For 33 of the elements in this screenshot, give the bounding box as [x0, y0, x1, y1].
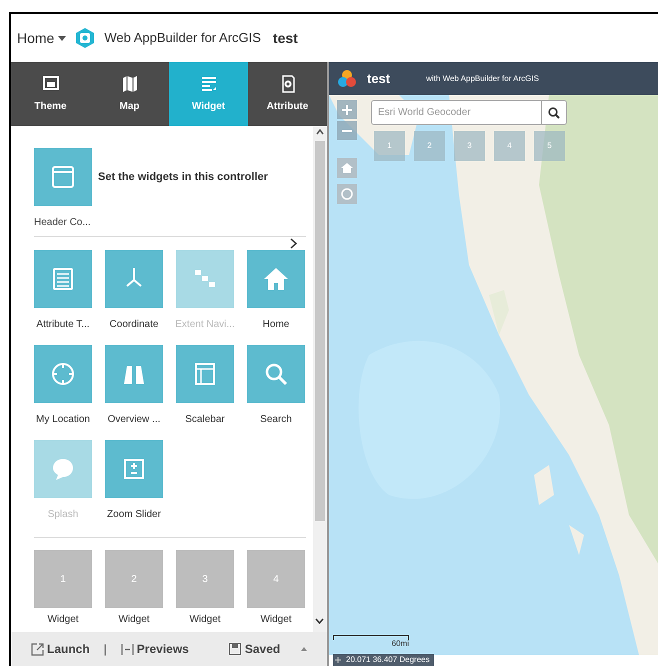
- widget-slot: 2: [414, 131, 445, 161]
- tile-label: Extent Navi...: [175, 318, 235, 332]
- tile-label: Widget: [47, 613, 79, 627]
- tile-label: Attribute T...: [36, 318, 90, 332]
- app-name: test: [272, 28, 298, 48]
- tile-label: Widget: [260, 613, 292, 627]
- previews-button[interactable]: Previews: [120, 640, 189, 658]
- separator: |: [104, 641, 107, 658]
- home-menu[interactable]: Home: [17, 28, 66, 48]
- tile-label: Scalebar: [185, 413, 225, 427]
- tile-label: Overview ...: [108, 413, 160, 427]
- tile-label: Zoom Slider: [107, 508, 161, 522]
- map-title: test: [367, 70, 390, 88]
- tile-label: Home: [262, 318, 290, 332]
- widget-slot: 5: [534, 131, 565, 161]
- controller-hint: Set the widgets in this controller: [98, 170, 268, 185]
- widget-slot: 1: [374, 131, 405, 161]
- widget-slot: 3: [454, 131, 485, 161]
- tile-label: Search: [260, 413, 292, 427]
- tile-label: Header Co...: [34, 216, 92, 230]
- saved-button[interactable]: Saved: [228, 640, 280, 658]
- widget-slot: 4: [494, 131, 525, 161]
- launch-button[interactable]: Launch: [31, 640, 90, 658]
- tile-label: Coordinate: [110, 318, 158, 332]
- tile-label: My Location: [36, 413, 90, 427]
- tile-label: Widget: [118, 613, 150, 627]
- product-name: Web AppBuilder for ArcGIS: [104, 29, 261, 48]
- tile-label: Splash: [48, 508, 78, 522]
- coordinates-text: 20.071 36.407 Degrees: [346, 656, 430, 664]
- search-field[interactable]: Esri World Geocoder: [371, 100, 542, 125]
- map-subtitle: with Web AppBuilder for ArcGIS: [426, 72, 539, 84]
- scale-label: 60mi: [392, 640, 409, 648]
- tile-label: Widget: [189, 613, 221, 627]
